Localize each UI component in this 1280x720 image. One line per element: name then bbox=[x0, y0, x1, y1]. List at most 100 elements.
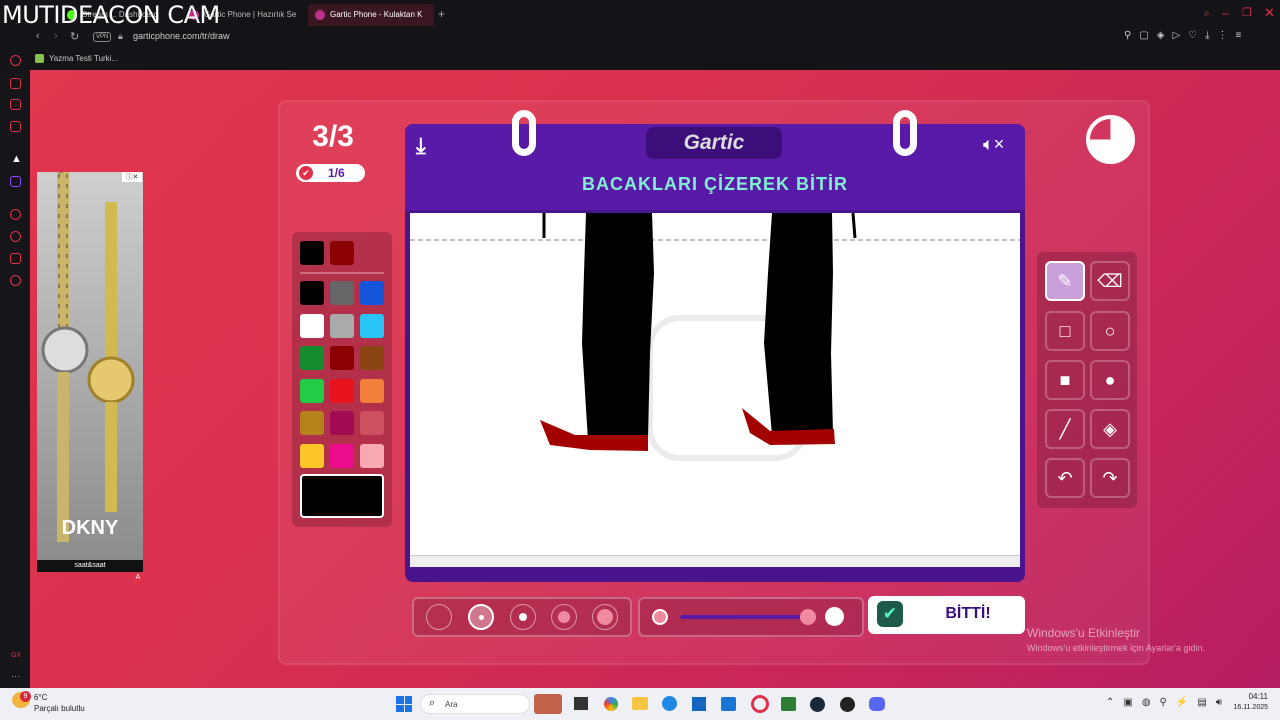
minimize-button[interactable]: – bbox=[1222, 6, 1229, 20]
palette-color-swatch[interactable] bbox=[300, 411, 324, 435]
sidebar-aria-icon[interactable]: ▲ bbox=[11, 153, 22, 165]
board-ring-left bbox=[512, 110, 536, 156]
palette-color-swatch[interactable] bbox=[330, 443, 354, 468]
close-button[interactable]: ✕ bbox=[1264, 5, 1275, 21]
steam-icon[interactable] bbox=[810, 697, 825, 712]
rect-fill-tool[interactable]: ■ bbox=[1045, 360, 1085, 400]
sidebar-gx-icon[interactable] bbox=[10, 55, 21, 66]
ad-store: saat&saat bbox=[37, 560, 143, 572]
pen-tool[interactable]: ✎ bbox=[1045, 261, 1085, 301]
sidebar-settings-icon[interactable] bbox=[10, 275, 21, 286]
sidebar-twitch-icon[interactable] bbox=[10, 176, 21, 187]
url-field[interactable]: garticphone.com/tr/draw bbox=[133, 31, 230, 41]
ad-watch-image bbox=[41, 171, 135, 542]
obs-icon[interactable] bbox=[840, 697, 855, 712]
done-count-badge: ✔ 1/6 bbox=[296, 164, 365, 182]
opacity-high-icon bbox=[825, 607, 844, 626]
palette-color-swatch[interactable] bbox=[300, 443, 324, 468]
palette-color-swatch[interactable] bbox=[330, 313, 354, 338]
reload-icon[interactable]: ↻ bbox=[70, 30, 79, 43]
task-view-icon[interactable] bbox=[574, 697, 588, 710]
outlook-icon[interactable] bbox=[721, 697, 736, 711]
palette-color-swatch[interactable] bbox=[360, 281, 384, 305]
discord-icon[interactable] bbox=[869, 697, 885, 711]
mute-icon[interactable]: 🔈︎× bbox=[983, 134, 1004, 155]
palette-color-swatch[interactable] bbox=[300, 313, 324, 338]
gartic-logo: Gartic bbox=[683, 131, 745, 154]
start-button[interactable] bbox=[396, 696, 412, 712]
drawing-canvas[interactable] bbox=[410, 212, 1020, 555]
palette-color-swatch[interactable] bbox=[330, 281, 354, 305]
palette-color-swatch[interactable] bbox=[330, 378, 354, 403]
palette-color-swatch[interactable] bbox=[360, 378, 384, 403]
brush-size-5[interactable] bbox=[592, 604, 618, 630]
palette-color-swatch[interactable] bbox=[330, 346, 354, 370]
tab-gartic-draw[interactable]: Gartic Phone - Kulaktan K bbox=[308, 4, 434, 26]
edge-icon[interactable] bbox=[662, 696, 677, 711]
sidebar-more-icon[interactable]: ··· bbox=[11, 671, 20, 681]
forward-icon[interactable]: › bbox=[54, 30, 58, 42]
palette-color-swatch[interactable] bbox=[360, 411, 384, 435]
search-placeholder: Ara bbox=[445, 700, 458, 709]
circle-fill-icon: ● bbox=[1104, 369, 1116, 390]
recent-color-1[interactable] bbox=[300, 241, 324, 265]
palette-color-swatch[interactable] bbox=[360, 313, 384, 338]
ad-banner[interactable] bbox=[37, 171, 143, 572]
brush-size-3[interactable] bbox=[510, 604, 536, 630]
toolbar-icons[interactable]: ⚲▢◈▷♡⤓⋮≡ bbox=[1124, 30, 1249, 41]
eraser-tool[interactable]: ⌫ bbox=[1090, 261, 1130, 301]
vpn-badge[interactable]: VPN bbox=[93, 32, 112, 42]
bucket-tool[interactable]: ◈ bbox=[1090, 409, 1130, 449]
redo-button[interactable]: ↷ bbox=[1090, 458, 1130, 498]
palette-color-swatch[interactable] bbox=[300, 281, 324, 305]
sidebar-player-icon[interactable] bbox=[10, 209, 21, 220]
recent-color-2[interactable] bbox=[330, 241, 354, 265]
board-ring-right bbox=[893, 110, 917, 156]
bookmarks-bar bbox=[0, 48, 1280, 70]
palette-color-swatch[interactable] bbox=[300, 378, 324, 403]
circle-outline-tool[interactable]: ○ bbox=[1090, 311, 1130, 351]
store-icon[interactable] bbox=[692, 697, 706, 711]
circle-fill-tool[interactable]: ● bbox=[1090, 360, 1130, 400]
opacity-track[interactable] bbox=[680, 615, 810, 619]
palette-color-swatch[interactable] bbox=[300, 346, 324, 370]
palette-color-swatch[interactable] bbox=[330, 411, 354, 435]
sidebar-messenger-icon[interactable] bbox=[10, 99, 21, 110]
done-check-icon: ✔ bbox=[877, 601, 903, 627]
rect-outline-tool[interactable]: □ bbox=[1045, 311, 1085, 351]
system-tray-icons[interactable]: ⌃▣◍⚲⚡▤🔊︎ bbox=[1106, 697, 1231, 708]
sidebar-extensions-icon[interactable] bbox=[10, 253, 21, 264]
download-icon[interactable]: ⤓ bbox=[416, 133, 426, 159]
file-explorer-icon[interactable] bbox=[632, 697, 648, 710]
bookmark-item[interactable]: Yazma Testi Turki... bbox=[49, 54, 118, 63]
bookmark-favicon-icon bbox=[35, 54, 44, 63]
new-tab-button[interactable]: + bbox=[438, 7, 445, 21]
app-icon-green[interactable] bbox=[781, 697, 796, 711]
brush-size-4[interactable] bbox=[551, 604, 577, 630]
copilot-icon[interactable] bbox=[604, 697, 618, 711]
search-box[interactable]: ⌕ Ara bbox=[420, 694, 530, 714]
opera-gx-icon[interactable] bbox=[751, 695, 769, 713]
palette-color-swatch[interactable] bbox=[360, 443, 384, 468]
brush-size-2[interactable] bbox=[468, 604, 494, 630]
opacity-handle[interactable] bbox=[800, 609, 816, 625]
sidebar-history-icon[interactable] bbox=[10, 231, 21, 242]
sidebar-gx-control-icon[interactable]: GX bbox=[11, 652, 21, 659]
line-tool[interactable]: ╱ bbox=[1045, 409, 1085, 449]
palette-color-swatch[interactable] bbox=[360, 346, 384, 370]
undo-button[interactable]: ↶ bbox=[1045, 458, 1085, 498]
sidebar-app-icon[interactable] bbox=[10, 121, 21, 132]
check-icon: ✔ bbox=[299, 166, 313, 180]
back-icon[interactable]: ‹ bbox=[36, 30, 40, 42]
brush-size-1[interactable] bbox=[426, 604, 452, 630]
undo-icon: ↶ bbox=[1057, 467, 1073, 488]
sidebar-store-icon[interactable] bbox=[10, 78, 21, 89]
maximize-button[interactable]: ❐ bbox=[1242, 6, 1252, 19]
search-icon[interactable]: ⌕ bbox=[1204, 8, 1210, 19]
taskbar-widget-image[interactable] bbox=[534, 694, 562, 714]
bucket-icon: ◈ bbox=[1103, 418, 1117, 439]
ad-choices-icon[interactable]: ⓘ✕ bbox=[122, 172, 142, 182]
done-button[interactable]: ✔ BİTTİ! bbox=[868, 596, 1025, 634]
activation-subtitle: Windows'u etkinleştirmek için Ayarlar'a … bbox=[1027, 643, 1205, 653]
stream-overlay-text: MUTIDEACON CAM bbox=[2, 1, 220, 29]
